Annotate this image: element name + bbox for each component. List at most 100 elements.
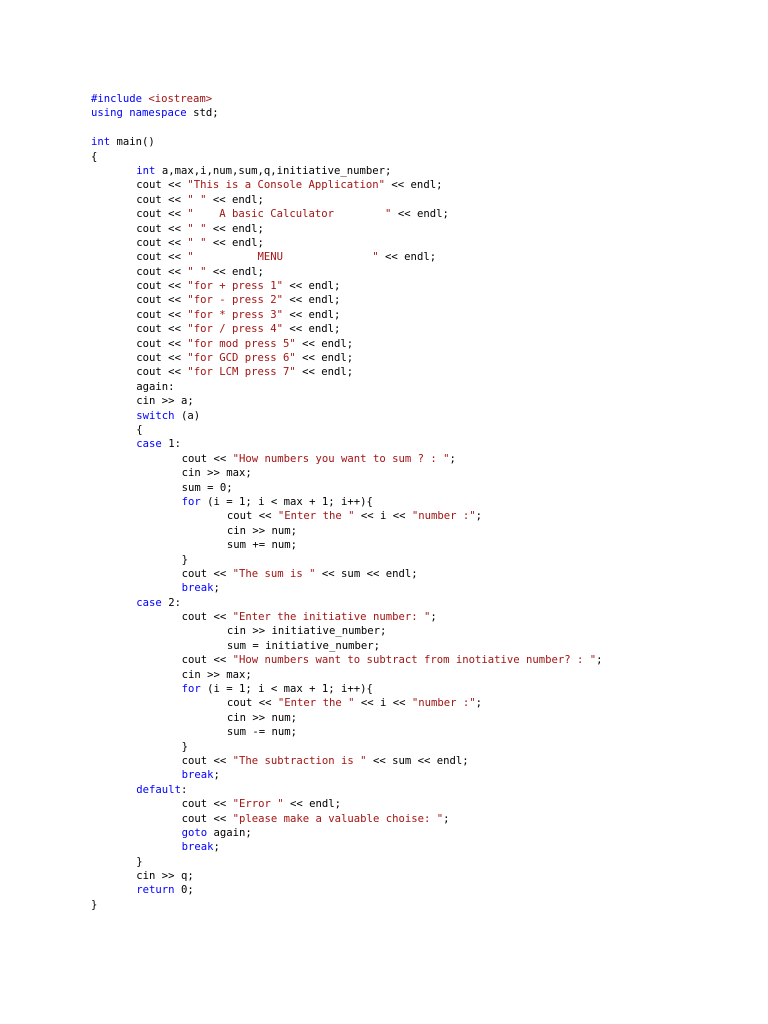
code-text: << endl; bbox=[206, 193, 264, 206]
code-text: cout << bbox=[136, 265, 188, 278]
code-line: cout << "How numbers want to subtract fr… bbox=[91, 653, 751, 667]
code-text: cout << bbox=[226, 697, 278, 710]
code-line: cin >> num; bbox=[91, 711, 751, 725]
code-text: << endl; bbox=[206, 236, 264, 249]
code-text: << endl; bbox=[206, 222, 264, 235]
code-string: "Error " bbox=[232, 798, 284, 811]
code-line: { bbox=[91, 423, 751, 437]
code-line: cout << " " << endl; bbox=[91, 236, 751, 250]
code-keyword: int bbox=[91, 136, 111, 149]
code-text: std; bbox=[186, 107, 219, 120]
code-text: ; bbox=[443, 812, 450, 825]
code-text: (i = 1; i < max + 1; i++){ bbox=[200, 683, 373, 696]
code-text: { bbox=[136, 423, 143, 436]
code-text: sum = initiative_number; bbox=[226, 639, 380, 652]
code-text: << sum << endl; bbox=[366, 754, 469, 767]
code-text: cin >> max; bbox=[181, 467, 252, 480]
code-text: cout << bbox=[136, 337, 188, 350]
code-text: ; bbox=[475, 697, 483, 710]
code-line: } bbox=[91, 855, 751, 869]
code-text: sum += num; bbox=[226, 539, 298, 552]
code-keyword: switch bbox=[136, 409, 175, 422]
code-line: for (i = 1; i < max + 1; i++){ bbox=[91, 682, 751, 696]
code-string: " MENU " bbox=[187, 251, 379, 264]
code-keyword: break bbox=[181, 841, 214, 854]
code-text: cout << bbox=[136, 352, 188, 365]
code-text: 1: bbox=[161, 438, 181, 451]
code-line: cout << "Error " << endl; bbox=[91, 797, 751, 811]
code-line: case 1: bbox=[91, 437, 751, 451]
code-text: { bbox=[91, 150, 98, 163]
code-text: a,max,i,num,sum,q,initiative_number; bbox=[155, 164, 392, 177]
code-text: << endl; bbox=[206, 265, 264, 278]
code-text: << endl; bbox=[283, 323, 341, 336]
code-line: default: bbox=[91, 783, 751, 797]
code-line: cout << "The sum is " << sum << endl; bbox=[91, 567, 751, 581]
code-text: cout << bbox=[136, 193, 188, 206]
code-line: cout << "for / press 4" << endl; bbox=[91, 322, 751, 336]
code-keyword: for bbox=[181, 683, 201, 696]
code-line: cout << "for LCM press 7" << endl; bbox=[91, 365, 751, 379]
code-text: cout << bbox=[136, 280, 188, 293]
code-keyword: case bbox=[136, 438, 162, 451]
code-line: } bbox=[91, 740, 751, 754]
code-line: cout << " " << endl; bbox=[91, 193, 751, 207]
code-line: cout << "for * press 3" << endl; bbox=[91, 308, 751, 322]
code-string: "How numbers you want to sum ? : " bbox=[232, 452, 450, 465]
code-text: ; bbox=[449, 452, 456, 465]
code-line: cout << "How numbers you want to sum ? :… bbox=[91, 452, 751, 466]
code-line: cout << "Enter the " << i << "number :"; bbox=[91, 509, 751, 523]
code-text: (i = 1; i < max + 1; i++){ bbox=[200, 495, 373, 508]
code-line: int a,max,i,num,sum,q,initiative_number; bbox=[91, 164, 751, 178]
code-keyword: #include bbox=[91, 93, 149, 105]
code-string: "for + press 1" bbox=[187, 280, 283, 293]
code-line: case 2: bbox=[91, 596, 751, 610]
code-line: cout << " MENU " << endl; bbox=[91, 250, 751, 264]
code-text: cout << bbox=[181, 754, 233, 767]
code-line: { bbox=[91, 150, 751, 164]
code-keyword: case bbox=[136, 596, 162, 609]
code-text: } bbox=[91, 898, 98, 911]
code-string: "number :" bbox=[411, 510, 476, 523]
code-string: " " bbox=[187, 265, 207, 278]
code-line: break; bbox=[91, 768, 751, 782]
code-string: "please make a valuable choise: " bbox=[232, 812, 444, 825]
code-text: << endl; bbox=[295, 337, 354, 350]
code-line: return 0; bbox=[91, 883, 751, 897]
code-text: cout << bbox=[136, 323, 188, 336]
code-text: ; bbox=[213, 769, 220, 782]
code-text: << endl; bbox=[283, 280, 341, 293]
code-text: cout << bbox=[136, 366, 188, 379]
code-keyword: break bbox=[181, 582, 214, 595]
code-line: sum = initiative_number; bbox=[91, 639, 751, 653]
code-text: sum -= num; bbox=[226, 726, 298, 739]
code-line: cin >> num; bbox=[91, 524, 751, 538]
code-line: cout << " " << endl; bbox=[91, 222, 751, 236]
code-keyword: for bbox=[181, 495, 201, 508]
code-line: cout << "Enter the initiative number: "; bbox=[91, 610, 751, 624]
code-keyword: using bbox=[91, 107, 123, 120]
code-line: cout << "This is a Console Application" … bbox=[91, 178, 751, 192]
code-string: "for GCD press 6" bbox=[187, 352, 296, 365]
code-text: } bbox=[181, 740, 188, 753]
code-keyword: default bbox=[136, 783, 181, 796]
code-text: again; bbox=[207, 826, 252, 839]
code-line: cout << "The subtraction is " << sum << … bbox=[91, 754, 751, 768]
code-text: cout << bbox=[136, 208, 188, 221]
code-text: << endl; bbox=[295, 366, 354, 379]
code-text: cout << bbox=[136, 222, 188, 235]
code-text: << i << bbox=[354, 510, 412, 523]
code-keyword: goto bbox=[181, 826, 208, 839]
code-text: cout << bbox=[136, 308, 188, 321]
code-line: goto again; bbox=[91, 826, 751, 840]
code-text: cout << bbox=[136, 236, 188, 249]
code-string: <iostream> bbox=[148, 93, 213, 105]
code-text: << endl; bbox=[391, 208, 449, 221]
code-text: << sum << endl; bbox=[315, 567, 418, 580]
code-line: break; bbox=[91, 840, 751, 854]
code-line: } bbox=[91, 898, 751, 912]
code-string: " A basic Calculator " bbox=[187, 208, 392, 221]
code-text: cout << bbox=[226, 510, 278, 523]
code-keyword: break bbox=[181, 769, 214, 782]
